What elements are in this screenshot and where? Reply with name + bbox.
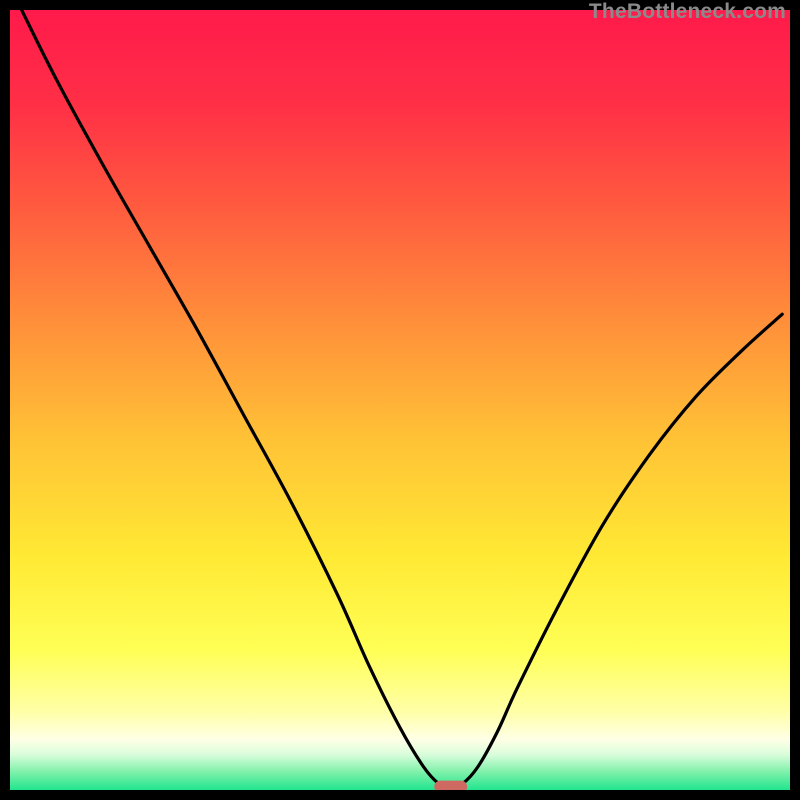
min-marker — [434, 781, 467, 790]
watermark-text: TheBottleneck.com — [589, 0, 786, 24]
chart-svg — [10, 10, 790, 790]
plot-background — [10, 10, 790, 790]
